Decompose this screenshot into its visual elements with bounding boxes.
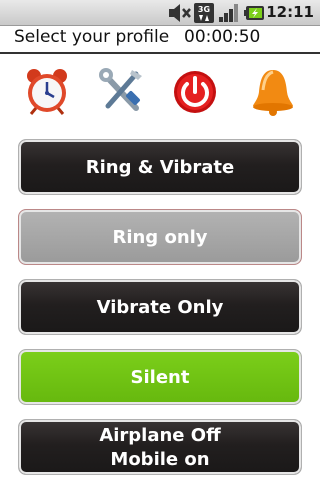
battery-charging-icon xyxy=(244,6,264,20)
button-label: Silent xyxy=(130,366,190,388)
bell-icon[interactable] xyxy=(248,66,298,116)
button-label: Ring only xyxy=(112,226,208,248)
profile-vibrate-only-button[interactable]: Vibrate Only xyxy=(18,279,302,335)
button-label: Airplane Off Mobile on xyxy=(99,425,221,470)
clock: 12:11 xyxy=(266,3,314,21)
tool-icons-row xyxy=(0,66,320,120)
profile-ring-vibrate-button[interactable]: Ring & Vibrate xyxy=(18,139,302,195)
button-label: Vibrate Only xyxy=(96,296,224,318)
profile-ring-only-button[interactable]: Ring only xyxy=(18,209,302,265)
3g-icon: 3G xyxy=(194,3,214,23)
profile-airplane-off-button[interactable]: Airplane Off Mobile on xyxy=(18,419,302,475)
profile-silent-button[interactable]: Silent xyxy=(18,349,302,405)
power-icon[interactable] xyxy=(170,66,220,116)
alarm-clock-icon[interactable] xyxy=(22,66,72,116)
svg-text:3G: 3G xyxy=(198,5,210,14)
button-label: Ring & Vibrate xyxy=(85,156,235,178)
page-title: Select your profile xyxy=(14,27,170,47)
tools-settings-icon[interactable] xyxy=(96,66,146,116)
header: Select your profile 00:00:50 xyxy=(0,25,320,54)
status-bar: 3G 12:11 xyxy=(0,0,320,26)
countdown-timer: 00:00:50 xyxy=(184,27,261,47)
signal-icon xyxy=(219,4,238,22)
volume-muted-icon xyxy=(169,4,191,22)
